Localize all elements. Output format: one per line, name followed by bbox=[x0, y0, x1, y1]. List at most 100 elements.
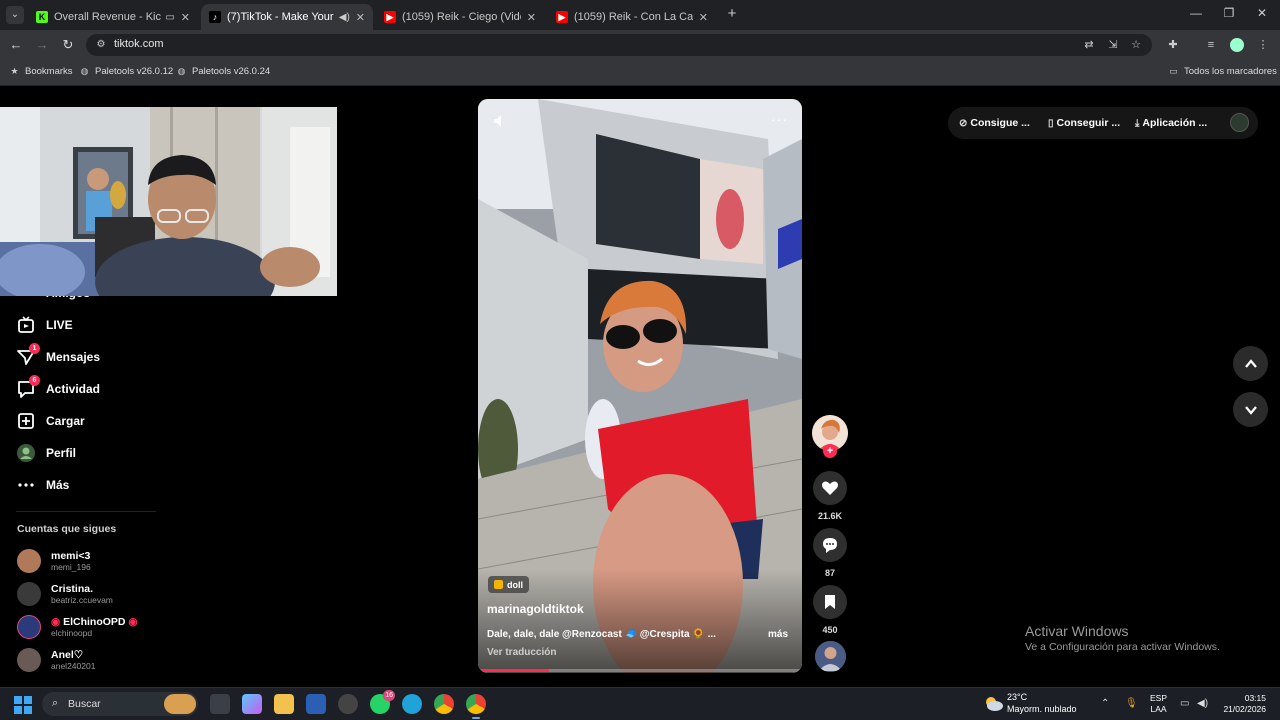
chevron-up-icon bbox=[1244, 358, 1257, 368]
following-account[interactable]: memi<3 memi_196 bbox=[17, 547, 91, 575]
store-icon[interactable] bbox=[306, 694, 326, 714]
forward-icon[interactable]: → bbox=[33, 37, 51, 53]
following-account[interactable]: Cristina. beatriz.ccuevam bbox=[17, 580, 113, 608]
whatsapp-icon[interactable]: 16 bbox=[370, 690, 395, 714]
following-account[interactable]: ◉ ElChinoOPD ◉ elchinoopd bbox=[17, 613, 138, 641]
reload-icon[interactable]: ↻ bbox=[59, 37, 77, 53]
taskbar-search[interactable]: ⌕ Buscar bbox=[42, 692, 198, 716]
nav-item-activity[interactable]: 6 Actividad bbox=[16, 375, 100, 401]
language-indicator[interactable]: ESP LAA bbox=[1150, 693, 1167, 715]
mute-icon[interactable] bbox=[492, 113, 508, 129]
nav-item-messages[interactable]: 1 Mensajes bbox=[16, 343, 100, 369]
close-tab-icon[interactable]: ✕ bbox=[699, 11, 708, 24]
back-icon[interactable]: ← bbox=[7, 37, 25, 53]
bookmark-icon bbox=[825, 595, 835, 609]
like-button[interactable] bbox=[813, 471, 847, 505]
close-tab-icon[interactable]: ✕ bbox=[356, 11, 365, 24]
desktop-app-button[interactable]: ⤓ Aplicación ... bbox=[1135, 117, 1207, 129]
minimize-icon[interactable]: — bbox=[1186, 6, 1206, 20]
start-button[interactable] bbox=[14, 696, 32, 714]
bookmark-item[interactable]: ★ Bookmarks bbox=[9, 66, 73, 77]
close-tab-icon[interactable]: ✕ bbox=[527, 11, 536, 24]
more-options-icon[interactable]: ··· bbox=[771, 111, 788, 127]
chrome-active-icon[interactable] bbox=[466, 694, 486, 719]
bookmark-item[interactable]: ◍ Paletools v26.0.24 bbox=[176, 66, 271, 77]
edge-icon[interactable] bbox=[402, 694, 422, 714]
user-avatar[interactable] bbox=[1230, 113, 1249, 132]
video-player[interactable]: ··· doll marinagoldtiktok Dale, dale, da… bbox=[478, 99, 802, 673]
follow-plus-icon[interactable]: + bbox=[823, 444, 837, 458]
tab-youtube-2[interactable]: ▶ (1059) Reik - Con La Cara En Al ✕ bbox=[548, 4, 716, 30]
tab-title: (7)TikTok - Make Your Day bbox=[227, 11, 335, 23]
chrome-icon[interactable] bbox=[434, 694, 454, 714]
following-account[interactable]: Anel♡ anel240201 bbox=[17, 646, 95, 674]
account-name: ◉ ElChinoOPD ◉ bbox=[51, 616, 138, 628]
tab-title: (1059) Reik - Con La Cara En Al bbox=[574, 11, 693, 23]
volume-icon[interactable]: ◀) bbox=[1197, 698, 1208, 709]
url-text: tiktok.com bbox=[114, 38, 164, 50]
nav-item-more[interactable]: Más bbox=[16, 473, 69, 497]
weather-widget[interactable]: 23°C Mayorm. nublado bbox=[983, 691, 1077, 715]
app-icon[interactable] bbox=[338, 694, 358, 714]
bookmark-label: Paletools v26.0.24 bbox=[192, 66, 271, 77]
watermark-title: Activar Windows bbox=[1025, 623, 1129, 639]
save-button[interactable] bbox=[813, 585, 847, 619]
save-count: 450 bbox=[822, 625, 838, 635]
tab-youtube-1[interactable]: ▶ (1059) Reik - Ciego (Video) - Yo ✕ bbox=[376, 4, 544, 30]
all-bookmarks-button[interactable]: ▭ Todos los marcadores bbox=[1168, 66, 1277, 77]
whatsapp-badge: 16 bbox=[383, 690, 395, 701]
install-app-icon[interactable]: ⇲ bbox=[1106, 38, 1120, 52]
comment-icon bbox=[823, 538, 837, 553]
get-coins-button[interactable]: ⊘ Consigue ... bbox=[959, 117, 1030, 129]
profile-avatar-icon[interactable] bbox=[1230, 38, 1244, 52]
tab-tiktok[interactable]: ♪ (7)TikTok - Make Your Day ◀) ✕ bbox=[201, 4, 373, 30]
video-progress-fill bbox=[478, 669, 550, 672]
activity-badge: 6 bbox=[29, 375, 40, 386]
music-disc-avatar[interactable] bbox=[815, 641, 846, 672]
maximize-icon[interactable]: ❐ bbox=[1219, 6, 1239, 20]
bookmark-label: Paletools v26.0.12 bbox=[95, 66, 174, 77]
close-tab-icon[interactable]: ✕ bbox=[181, 11, 190, 24]
media-control-icon[interactable]: ≡ bbox=[1204, 38, 1218, 52]
tiktok-favicon-icon: ♪ bbox=[209, 11, 221, 23]
tab-title: (1059) Reik - Ciego (Video) - Yo bbox=[402, 11, 521, 23]
file-explorer-icon[interactable] bbox=[274, 694, 294, 714]
close-window-icon[interactable]: ✕ bbox=[1252, 6, 1272, 20]
extensions-icon[interactable]: ✚ bbox=[1166, 38, 1180, 52]
comment-button[interactable] bbox=[813, 528, 847, 562]
video-progress-bar[interactable] bbox=[478, 669, 802, 672]
tab-kick[interactable]: K Overall Revenue - Kick Dash ▭ ✕ bbox=[28, 4, 198, 30]
following-title: Cuentas que sigues bbox=[17, 523, 117, 535]
next-video-button[interactable] bbox=[1233, 392, 1268, 427]
tray-chevron-up-icon[interactable]: ⌃ bbox=[1101, 698, 1109, 709]
microphone-icon[interactable]: 🎙 bbox=[1125, 698, 1138, 709]
previous-video-button[interactable] bbox=[1233, 346, 1268, 381]
system-clock[interactable]: 03:15 21/02/2026 bbox=[1216, 693, 1266, 715]
nav-item-upload[interactable]: Cargar bbox=[16, 409, 85, 433]
bookmark-star-icon[interactable]: ☆ bbox=[1129, 38, 1143, 52]
effect-tag[interactable]: doll bbox=[488, 576, 529, 593]
task-view-icon[interactable] bbox=[210, 694, 230, 714]
expand-description-button[interactable]: más bbox=[768, 629, 788, 640]
desktop-app-label: Aplicación ... bbox=[1142, 117, 1208, 129]
phone-icon: ▯ bbox=[1048, 117, 1054, 129]
nav-item-live[interactable]: LIVE bbox=[16, 313, 73, 337]
get-app-button[interactable]: ▯ Conseguir ... bbox=[1048, 117, 1120, 129]
bookmark-item[interactable]: ◍ Paletools v26.0.12 bbox=[79, 66, 174, 77]
see-translation-link[interactable]: Ver traducción bbox=[487, 647, 556, 658]
avatar bbox=[17, 648, 41, 672]
network-icon[interactable]: ▭ bbox=[1180, 698, 1189, 709]
tab-search-button[interactable]: ⌄ bbox=[6, 6, 24, 24]
youtube-favicon-icon: ▶ bbox=[384, 11, 396, 23]
copilot-icon[interactable] bbox=[242, 694, 262, 714]
address-bar[interactable]: ⚙ tiktok.com bbox=[86, 34, 1152, 56]
menu-kebab-icon[interactable]: ⋮ bbox=[1256, 38, 1270, 52]
video-author[interactable]: marinagoldtiktok bbox=[487, 602, 584, 616]
globe-icon: ◍ bbox=[177, 66, 186, 76]
speaker-icon[interactable]: ◀) bbox=[339, 12, 350, 23]
bookmark-label: Bookmarks bbox=[25, 66, 73, 77]
nav-item-profile[interactable]: Perfil bbox=[16, 441, 76, 465]
new-tab-button[interactable]: + bbox=[724, 6, 740, 22]
site-info-icon[interactable]: ⚙ bbox=[94, 38, 108, 52]
translate-icon[interactable]: ⇄ bbox=[1082, 38, 1096, 52]
